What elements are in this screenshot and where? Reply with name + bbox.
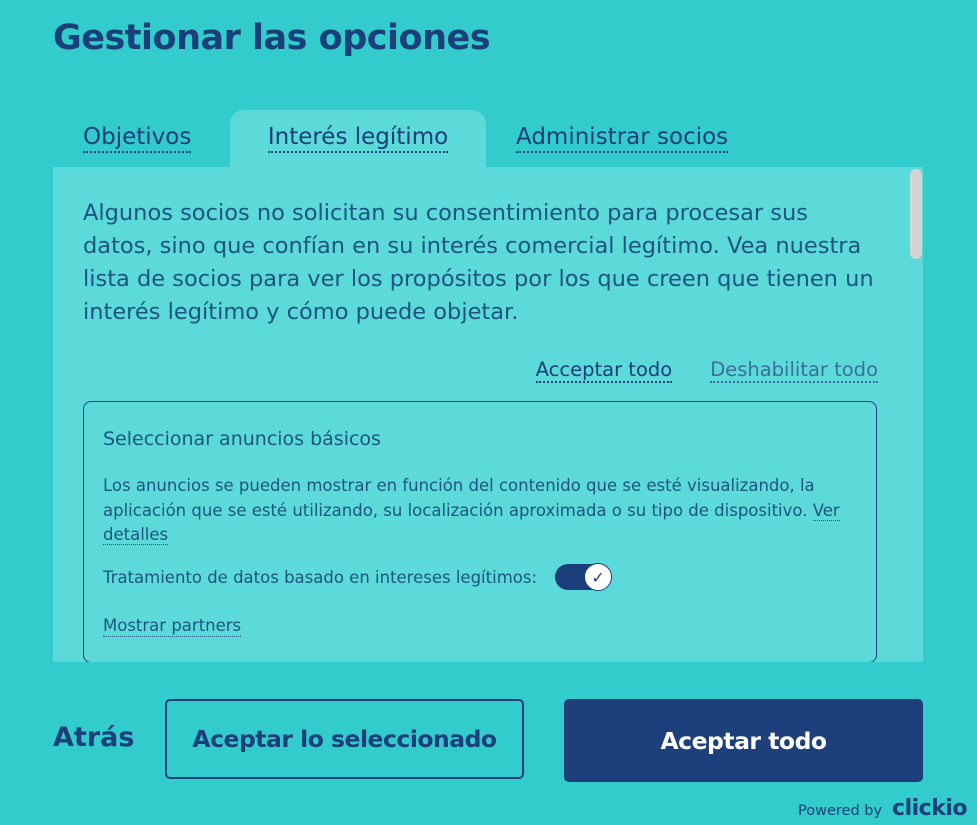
scrollbar-thumb[interactable] [910, 169, 922, 259]
tab-objetivos[interactable]: Objetivos [83, 110, 192, 168]
tab-label: Administrar socios [516, 124, 729, 154]
show-partners-link[interactable]: Mostrar partners [103, 616, 242, 637]
accept-all-button[interactable]: Aceptar todo [564, 699, 923, 782]
tab-bar: Objetivos Interés legítimo Administrar s… [53, 110, 923, 168]
tab-label: Interés legítimo [267, 124, 449, 154]
purpose-title: Seleccionar anuncios básicos [103, 428, 381, 450]
bulk-actions: Acceptar todo Deshabilitar todo [535, 358, 878, 384]
legit-interest-toggle[interactable]: ✓ [555, 563, 613, 591]
purpose-card: Seleccionar anuncios básicos Los anuncio… [83, 401, 877, 662]
tab-administrar-socios[interactable]: Administrar socios [516, 110, 729, 168]
scrollbar[interactable] [907, 167, 923, 662]
intro-text: Algunos socios no solicitan su consentim… [83, 200, 874, 325]
powered-by-text: Powered by [798, 803, 883, 819]
powered-by: Powered by clickio [798, 796, 967, 821]
toggle-knob: ✓ [584, 563, 613, 591]
back-button[interactable]: Atrás [53, 722, 134, 753]
purpose-description: Los anuncios se pueden mostrar en funció… [103, 474, 863, 548]
legit-interest-label: Tratamiento de datos basado en intereses… [103, 567, 538, 587]
accept-selected-button[interactable]: Aceptar lo seleccionado [165, 699, 524, 779]
tab-panel: Algunos socios no solicitan su consentim… [53, 167, 923, 662]
legit-interest-row: Tratamiento de datos basado en intereses… [103, 563, 613, 591]
disable-all-link[interactable]: Deshabilitar todo [710, 358, 878, 384]
purpose-description-text: Los anuncios se pueden mostrar en funció… [103, 476, 815, 520]
tab-label: Objetivos [83, 124, 192, 154]
page-title: Gestionar las opciones [53, 18, 491, 58]
accept-all-link[interactable]: Acceptar todo [535, 358, 673, 384]
clickio-logo[interactable]: clickio [892, 796, 967, 821]
check-icon: ✓ [591, 567, 605, 587]
tab-interes-legitimo[interactable]: Interés legítimo [230, 110, 486, 168]
